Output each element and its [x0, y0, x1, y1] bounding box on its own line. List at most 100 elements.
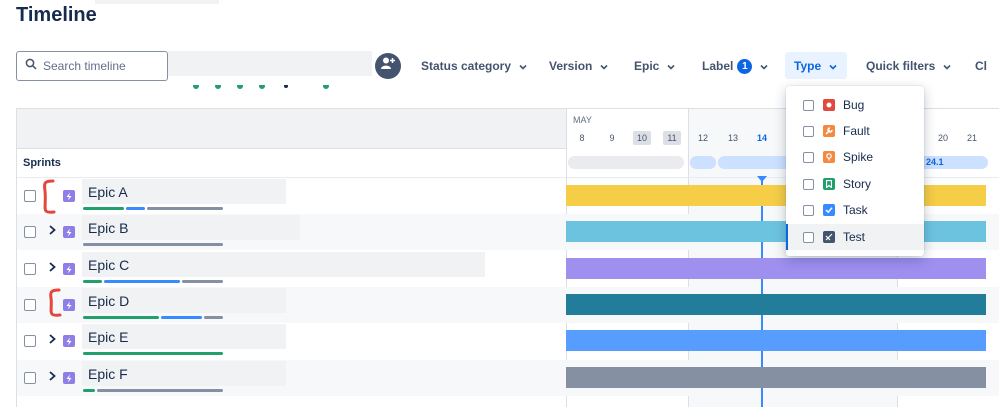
filter-type[interactable]: Type	[785, 52, 848, 79]
assignee-avatars-fragment	[190, 76, 340, 89]
sprint-bar-past[interactable]	[568, 156, 684, 169]
chevron-right-icon[interactable]	[48, 224, 57, 239]
day-label-weekend: 11	[663, 131, 681, 145]
bug-icon	[823, 99, 835, 111]
filter-quick-filters[interactable]: Quick filters	[866, 57, 952, 75]
type-option-label: Test	[843, 230, 866, 244]
filter-clear[interactable]: Cl	[975, 57, 987, 75]
epic-timeline-bar[interactable]	[566, 294, 986, 315]
type-option-fault[interactable]: Fault	[786, 118, 924, 144]
checkmark-icon	[823, 204, 835, 216]
day-label: 21	[966, 133, 977, 143]
epic-icon	[63, 335, 75, 347]
epic-title[interactable]: Epic B	[82, 215, 300, 240]
assignee-avatars-redaction	[168, 51, 372, 76]
chevron-down-icon	[759, 61, 769, 71]
epic-name: Epic A	[88, 183, 128, 200]
epic-name: Epic C	[88, 256, 130, 273]
filter-label[interactable]: Label 1	[702, 57, 769, 75]
list-header	[17, 109, 566, 149]
type-option-label: Bug	[843, 98, 865, 112]
filter-label: Quick filters	[866, 59, 936, 73]
progress-todo	[83, 243, 223, 246]
epic-name: Epic F	[88, 365, 128, 382]
bookmark-icon	[823, 178, 835, 190]
row-checkbox[interactable]	[24, 226, 36, 238]
progress-in-progress	[161, 316, 202, 319]
epic-icon	[63, 372, 75, 384]
progress-todo	[204, 316, 223, 319]
epic-title[interactable]: Epic A	[82, 179, 286, 204]
type-option-story[interactable]: Story	[786, 171, 924, 197]
search-box[interactable]	[16, 51, 168, 81]
type-option-label: Task	[843, 203, 868, 217]
annotation-bracket	[40, 179, 56, 220]
progress-done	[83, 280, 102, 283]
filter-label: Epic	[634, 59, 660, 73]
row-checkbox[interactable]	[24, 299, 36, 311]
progress-todo	[182, 280, 223, 283]
epic-title[interactable]: Epic C	[82, 252, 300, 277]
day-label: 20	[937, 133, 948, 143]
sprint-bar-previous[interactable]	[690, 156, 716, 169]
wrench-icon	[823, 125, 835, 137]
filter-label-text: Label	[702, 59, 734, 73]
sprints-label: Sprints	[23, 157, 61, 169]
filter-label: Cl	[975, 59, 987, 73]
top-redaction	[95, 0, 219, 4]
search-input[interactable]	[43, 59, 163, 73]
type-option-label: Fault	[843, 124, 870, 138]
add-person-icon	[381, 57, 395, 75]
epic-title[interactable]: Epic E	[82, 324, 286, 349]
chevron-down-icon	[666, 61, 676, 71]
filter-version[interactable]: Version	[549, 57, 609, 75]
epic-extra-redaction	[287, 252, 485, 277]
type-option-bug[interactable]: Bug	[786, 92, 924, 118]
checkbox[interactable]	[803, 125, 814, 137]
epic-icon	[63, 263, 75, 275]
page-title: Timeline	[16, 4, 97, 26]
progress-in-progress	[104, 280, 180, 283]
chevron-right-icon[interactable]	[48, 370, 57, 385]
type-option-task[interactable]: Task	[786, 197, 924, 223]
filter-label: Status category	[421, 59, 512, 73]
checkbox[interactable]	[803, 151, 814, 163]
checkbox[interactable]	[803, 231, 814, 243]
type-option-label: Story	[843, 177, 872, 191]
chevron-down-icon	[518, 61, 528, 71]
filter-status-category[interactable]: Status category	[421, 57, 528, 75]
row-checkbox[interactable]	[24, 263, 36, 275]
epic-title[interactable]: Epic D	[82, 288, 286, 313]
chevron-down-icon	[942, 61, 952, 71]
row-checkbox[interactable]	[24, 190, 36, 202]
row-checkbox[interactable]	[24, 372, 36, 384]
search-icon	[25, 57, 37, 75]
type-option-spike[interactable]: Spike	[786, 144, 924, 170]
row-checkbox[interactable]	[24, 335, 36, 347]
progress-done	[83, 207, 124, 210]
checkbox[interactable]	[803, 99, 814, 111]
day-label: 9	[609, 133, 615, 143]
epic-timeline-bar[interactable]	[566, 258, 986, 279]
epic-icon	[63, 226, 75, 238]
day-label: 13	[727, 133, 738, 143]
epic-name: Epic B	[88, 219, 129, 236]
day-label: 8	[579, 133, 585, 143]
epic-name: Epic E	[88, 328, 129, 345]
epic-timeline-bar[interactable]	[566, 367, 986, 388]
checkbox[interactable]	[803, 178, 814, 190]
add-people-button[interactable]	[375, 53, 401, 79]
type-dropdown-menu: Bug Fault Spike Story Task Test	[786, 86, 924, 256]
day-label-today: 14	[756, 133, 767, 143]
epic-timeline-bar[interactable]	[566, 330, 986, 351]
chevron-right-icon[interactable]	[48, 261, 57, 276]
filter-epic[interactable]: Epic	[634, 57, 676, 75]
checkbox[interactable]	[803, 204, 814, 216]
type-option-test[interactable]: Test	[786, 224, 924, 250]
epic-title[interactable]: Epic F	[82, 361, 286, 386]
chevron-right-icon[interactable]	[48, 333, 57, 348]
lightbulb-icon	[823, 151, 835, 163]
month-label: MAY	[573, 115, 592, 125]
filter-label: Type	[794, 58, 822, 73]
day-label: 12	[697, 133, 708, 143]
